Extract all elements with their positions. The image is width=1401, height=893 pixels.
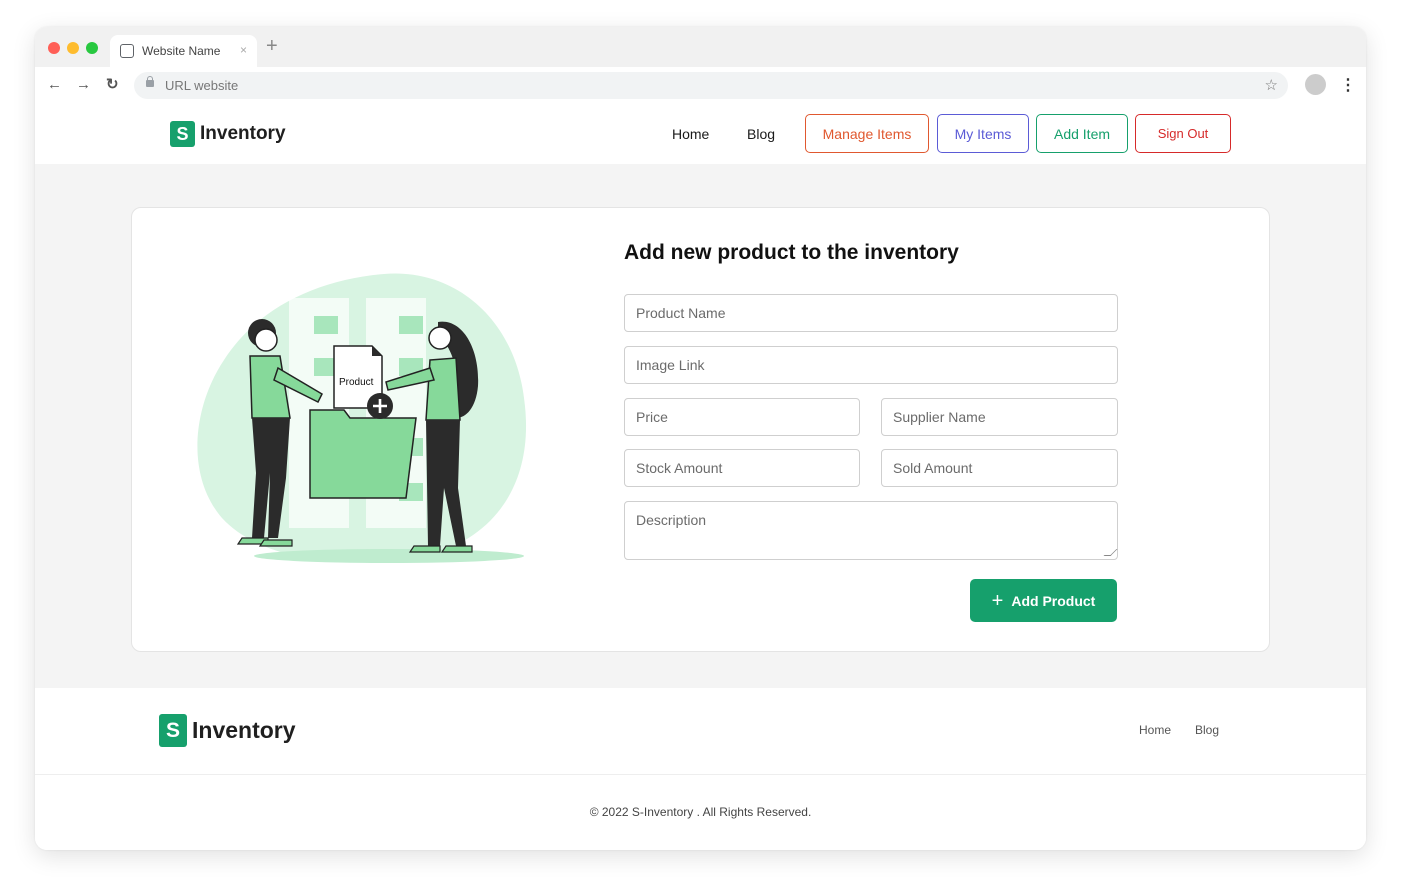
tab-title: Website Name [142,44,221,58]
footer-blog-link[interactable]: Blog [1195,723,1219,737]
illustration-product-label: Product [339,377,374,388]
page-favicon-icon [120,44,134,58]
my-items-button[interactable]: My Items [937,114,1029,153]
sign-out-button[interactable]: Sign Out [1135,114,1231,153]
new-tab-button[interactable]: + [266,36,278,56]
forward-arrow-icon[interactable]: → [76,77,91,93]
supplier-name-input[interactable]: Supplier Name [881,398,1118,436]
add-item-button[interactable]: Add Item [1036,114,1128,153]
lock-icon [146,76,154,87]
plus-icon: + [991,589,1004,612]
maximize-window-dot[interactable] [86,42,98,54]
description-textarea[interactable]: Description [624,501,1118,560]
nav-blog-link[interactable]: Blog [747,126,775,142]
add-product-button[interactable]: + Add Product [970,579,1117,622]
footer-logo-mark: S [159,714,187,747]
window-controls [48,42,98,54]
browser-tab-bar: Website Name × + [35,27,1366,67]
minimize-window-dot[interactable] [67,42,79,54]
footer-divider [35,774,1366,775]
tab-close-icon[interactable]: × [240,43,247,57]
address-bar[interactable]: URL website ☆ [134,72,1288,99]
browser-toolbar: ← → ↻ URL website ☆ ⋮ [35,67,1366,104]
image-link-input[interactable]: Image Link [624,346,1118,384]
reload-icon[interactable]: ↻ [106,77,119,93]
product-handoff-illustration: Product [197,273,527,563]
copyright-text: © 2022 S-Inventory . All Rights Reserved… [589,805,812,819]
description-placeholder: Description [636,512,707,528]
product-name-input[interactable]: Product Name [624,294,1118,332]
footer-logo-text: Inventory [192,717,296,743]
logo-text: Inventory [200,123,286,144]
footer-home-link[interactable]: Home [1139,723,1171,737]
back-arrow-icon[interactable]: ← [47,77,62,93]
logo-mark: S [170,121,195,147]
site-header: S Inventory Home Blog Manage Items My It… [35,104,1366,164]
form-title: Add new product to the inventory [624,241,959,264]
close-window-dot[interactable] [48,42,60,54]
url-text: URL website [165,78,239,93]
add-product-card: Product Add new product to the inventory… [131,207,1270,652]
page-content: S Inventory Home Blog Manage Items My It… [35,104,1366,850]
profile-avatar[interactable] [1305,74,1326,95]
footer-logo[interactable]: S Inventory [159,714,296,747]
manage-items-button[interactable]: Manage Items [805,114,929,153]
header-logo[interactable]: S Inventory [170,121,286,147]
add-product-label: Add Product [1011,592,1096,609]
browser-menu-icon[interactable]: ⋮ [1340,75,1356,95]
nav-home-link[interactable]: Home [672,126,709,142]
site-footer: S Inventory Home Blog © 2022 S-Inventory… [35,688,1366,850]
browser-tab[interactable]: Website Name × [110,35,257,67]
resize-handle-icon[interactable] [1103,549,1118,556]
sold-amount-input[interactable]: Sold Amount [881,449,1118,487]
stock-amount-input[interactable]: Stock Amount [624,449,860,487]
browser-window: Website Name × + ← → ↻ URL website ☆ ⋮ S… [35,27,1366,850]
price-input[interactable]: Price [624,398,860,436]
bookmark-star-icon[interactable]: ☆ [1265,76,1278,94]
